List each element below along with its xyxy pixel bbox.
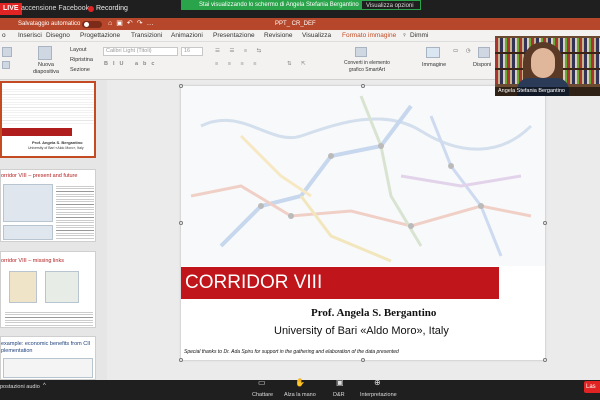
audio-settings-button[interactable]: postazioni audio (0, 384, 40, 390)
tab-transitions[interactable]: Transizioni (131, 31, 162, 41)
paste-icon[interactable] (2, 47, 12, 57)
slide-title-bar[interactable]: CORRIDOR VIII (181, 267, 499, 299)
document-title: PPT_ CR_DEF (275, 21, 316, 27)
autosave-toggle[interactable] (82, 21, 102, 28)
thumbnail-title: orridor VIII – missing links (1, 258, 64, 264)
font-name-value: Calibri Light (Titoli) (106, 48, 152, 54)
view-options-button[interactable]: Visualizza opzioni (361, 0, 421, 10)
thumbnail-affiliation: University of Bari «Aldo Moro», Italy (28, 146, 84, 150)
reset-button[interactable]: Ripristina (70, 57, 93, 64)
thumbnail-title: orridor VIII – present and future (1, 173, 78, 179)
participant-video[interactable]: Angela Stefania Bergantino (495, 36, 600, 96)
tab-home[interactable]: o (2, 31, 6, 41)
resize-handle-top-left[interactable] (179, 84, 183, 88)
new-slide-icon[interactable] (38, 46, 52, 60)
autosave-label: Salvataggio automatico (18, 21, 81, 27)
tab-review[interactable]: Revisione (264, 31, 293, 41)
recording-label: Recording (96, 5, 128, 12)
thumbnail-title: example: economic benefits from CII (1, 341, 91, 347)
resize-handle-bottom[interactable] (361, 358, 365, 362)
thumbnail-map-image-left (9, 271, 37, 303)
corridor-map-image[interactable] (181, 86, 545, 266)
tab-animations[interactable]: Animazioni (171, 31, 203, 41)
qa-button[interactable]: D&R (333, 392, 345, 398)
image-button[interactable]: Immagine (422, 62, 446, 69)
live-stream-label: accensione Facebook (21, 5, 90, 12)
thumbnail-map-image (3, 184, 53, 222)
undo-icon[interactable]: ↶ (127, 20, 137, 27)
paragraph-buttons[interactable]: ☰ ☰ ≡ ⇆ (215, 48, 265, 55)
slide-thumbnail-4[interactable]: example: economic benefits from CII plem… (0, 336, 96, 380)
raise-hand-icon[interactable]: ✋ (295, 378, 305, 387)
tab-view[interactable]: Visualizza (302, 31, 331, 41)
chat-icon[interactable]: ▭ (258, 378, 266, 387)
image-icon[interactable] (426, 47, 440, 58)
tell-me-icon[interactable]: ♀ (402, 31, 407, 41)
participant-name: Angela Stefania Bergantino (495, 87, 600, 96)
arrange-icon[interactable] (478, 47, 490, 58)
resize-handle-bottom-left[interactable] (179, 358, 183, 362)
thumbnail-map-image-right (45, 271, 79, 303)
tab-tell-me[interactable]: Dimmi (410, 31, 428, 41)
new-slide-button[interactable]: Nuova diapositiva (33, 62, 59, 76)
font-size-value: 16 (184, 48, 191, 54)
text-direction-buttons[interactable]: ⇅ ⇱ (287, 61, 310, 68)
slide-acknowledgement[interactable]: Special thanks to Dr. Ada Spiru for supp… (184, 349, 399, 355)
qa-icon[interactable]: ▣ (336, 378, 344, 387)
resize-handle-bottom-right[interactable] (543, 358, 547, 362)
thumbnail-title-bar: CORRIDOR VIII (2, 128, 72, 143)
section-button[interactable]: Sezione (70, 67, 90, 74)
arrange-button[interactable]: Disponi (473, 62, 491, 69)
zoom-window: LIVE accensione Facebook Recording Stai … (0, 0, 600, 400)
redo-icon[interactable]: ↷ (137, 20, 147, 27)
current-slide[interactable]: CORRIDOR VIII Prof. Angela S. Bergantino… (181, 86, 545, 360)
slide-author[interactable]: Prof. Angela S. Bergantino (311, 307, 436, 319)
smartart-icon[interactable] (355, 47, 367, 57)
thumbnail-author: Prof. Angela S. Bergantino (32, 140, 83, 145)
tab-picture-format[interactable]: Formato immagine (342, 31, 397, 43)
thumbnail-map-image (2, 87, 94, 125)
quick-access-toolbar[interactable]: ⌂▣↶↷… (108, 19, 158, 29)
resize-handle-right[interactable] (543, 221, 547, 225)
layout-button[interactable]: Layout (70, 47, 87, 54)
tab-draw[interactable]: Disegno (46, 31, 70, 41)
chat-button[interactable]: Chattare (252, 392, 273, 398)
interpretation-button[interactable]: Interpretazione (360, 392, 397, 398)
alignment-buttons[interactable]: ≡ ≡ ≡ ≡ (215, 61, 260, 68)
raise-hand-button[interactable]: Alza la mano (284, 392, 316, 398)
tab-slideshow[interactable]: Presentazione (213, 31, 255, 41)
save-icon[interactable]: ▣ (116, 20, 127, 27)
font-format-buttons[interactable]: BIU abc (104, 61, 159, 68)
resize-handle-top[interactable] (361, 84, 365, 88)
globe-icon[interactable]: ⊕ (374, 378, 381, 387)
resize-handle-left[interactable] (179, 221, 183, 225)
thumbnail-text-block (56, 184, 94, 240)
participant-face (531, 48, 555, 78)
slide-thumbnail-2[interactable]: orridor VIII – present and future (0, 169, 96, 242)
format-painter-icon[interactable] (2, 61, 10, 69)
tab-insert[interactable]: Inserisci (18, 31, 42, 41)
convert-smartart-button[interactable]: Converti in elemento grafico SmartArt (344, 60, 390, 74)
screen-share-banner: Stai visualizzando lo schermo di Angela … (181, 0, 361, 10)
thumbnail-table-image (3, 358, 93, 378)
live-badge[interactable]: LIVE (0, 3, 22, 15)
leave-button[interactable]: Las (584, 381, 600, 393)
home-icon[interactable]: ⌂ (108, 20, 116, 27)
tab-design[interactable]: Progettazione (80, 31, 120, 41)
recording-icon (88, 6, 94, 12)
thumbnail-text-block (5, 310, 93, 326)
slide-thumbnail-1[interactable]: CORRIDOR VIII Prof. Angela S. Bergantino… (0, 81, 96, 158)
thumbnail-table-image (3, 225, 53, 240)
chevron-up-icon[interactable]: ^ (43, 383, 46, 389)
slide-affiliation[interactable]: University of Bari «Aldo Moro», Italy (274, 325, 449, 337)
slide-title[interactable]: CORRIDOR VIII (185, 271, 322, 295)
slide-thumbnail-3[interactable]: orridor VIII – missing links (0, 251, 96, 328)
more-icon[interactable]: … (147, 20, 158, 27)
thumbnail-title-line2: plementation (1, 348, 33, 354)
